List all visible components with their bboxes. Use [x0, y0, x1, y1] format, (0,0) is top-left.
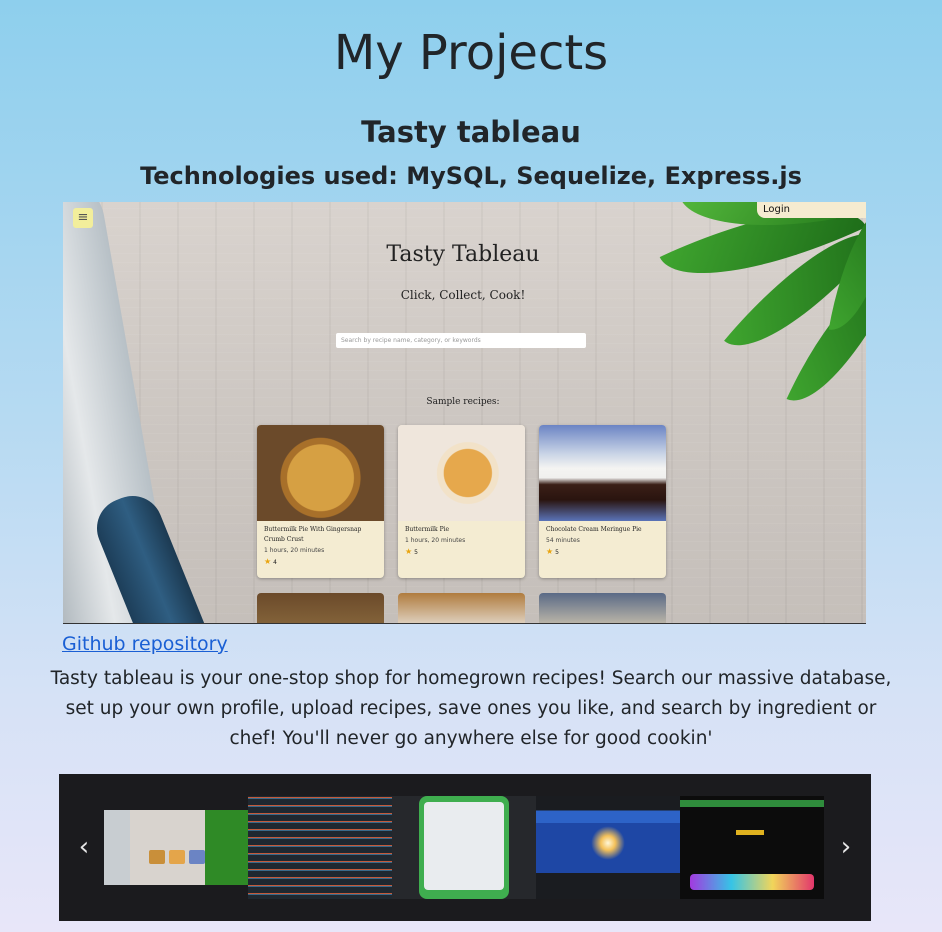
technologies-used: Technologies used: MySQL, Sequelize, Exp…	[140, 162, 802, 190]
recipe-time: 54 minutes	[546, 537, 580, 544]
carousel-thumbnail[interactable]	[392, 796, 536, 899]
recipe-card[interactable]	[398, 593, 525, 623]
app-subtitle: Click, Collect, Cook!	[400, 288, 526, 302]
recipe-time: 1 hours, 20 minutes	[405, 537, 466, 544]
carousel-thumbnail[interactable]	[536, 796, 680, 899]
recipe-image	[398, 425, 525, 521]
recipe-search-input[interactable]: Search by recipe name, category, or keyw…	[336, 333, 586, 348]
recipe-card[interactable]	[539, 593, 666, 623]
star-icon: ★	[546, 547, 554, 556]
recipe-time: 1 hours, 20 minutes	[264, 547, 325, 554]
carousel-thumbnail[interactable]	[248, 796, 392, 899]
recipe-card[interactable]: Buttermilk Pie 1 hours, 20 minutes ★ 5	[398, 425, 525, 578]
recipe-card[interactable]: Chocolate Cream Meringue Pie 54 minutes …	[539, 425, 666, 578]
recipe-name: Buttermilk Pie	[405, 526, 450, 533]
project-carousel: ‹ ›	[59, 774, 871, 921]
star-icon: ★	[405, 547, 413, 556]
carousel-thumbnail[interactable]	[104, 810, 248, 885]
recipe-rating: ★ 5	[546, 547, 559, 556]
recipe-image	[539, 425, 666, 521]
app-title: Tasty Tableau	[386, 242, 540, 267]
chevron-left-icon[interactable]: ‹	[69, 832, 99, 862]
recipe-card[interactable]	[257, 593, 384, 623]
project-screenshot: ≡ Login Tasty Tableau Click, Collect, Co…	[63, 202, 866, 624]
sample-recipes-label: Sample recipes:	[426, 397, 500, 407]
chevron-right-icon[interactable]: ›	[831, 832, 861, 862]
recipe-card[interactable]: Buttermilk Pie With Gingersnap Crumb Cru…	[257, 425, 384, 578]
recipe-rating: ★ 4	[264, 557, 277, 566]
recipe-rating: ★ 5	[405, 547, 418, 556]
recipe-image	[257, 425, 384, 521]
login-link[interactable]: Login	[757, 202, 866, 218]
carousel-thumbnail[interactable]	[680, 796, 824, 899]
menu-icon[interactable]: ≡	[73, 208, 93, 228]
page-title: My Projects	[333, 25, 609, 81]
star-icon: ★	[264, 557, 272, 566]
recipe-name: Chocolate Cream Meringue Pie	[546, 526, 642, 533]
project-description: Tasty tableau is your one-stop shop for …	[50, 668, 892, 749]
project-name: Tasty tableau	[361, 115, 581, 149]
github-repository-link[interactable]: Github repository	[62, 633, 228, 655]
recipe-name: Buttermilk Pie With Gingersnap Crumb Cru…	[264, 526, 362, 543]
